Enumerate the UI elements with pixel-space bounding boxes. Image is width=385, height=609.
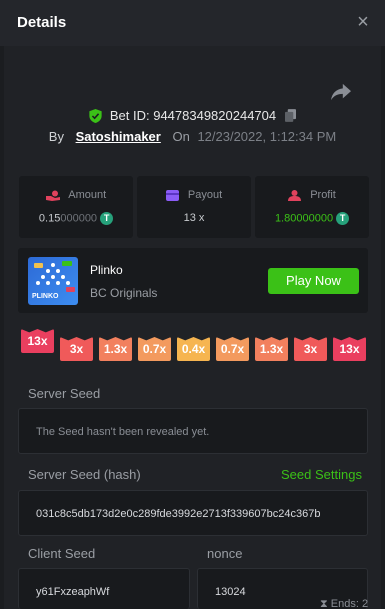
profit-value: 1.80000000 T xyxy=(255,212,369,225)
multiplier-slot: 13x xyxy=(21,329,54,353)
play-now-button[interactable]: Play Now xyxy=(268,268,359,294)
amount-label: Amount xyxy=(68,189,107,201)
server-hash-value: 031c8c5db173d2e0c289fde3992e2713f339607b… xyxy=(36,508,321,520)
multiplier-slot: 0.7x xyxy=(216,337,249,361)
details-header: Details × xyxy=(0,0,385,46)
client-seed-value: y61FxzeaphWf xyxy=(36,586,110,598)
shield-check-icon xyxy=(89,108,102,123)
nonce-label: nonce xyxy=(207,546,243,561)
multiplier-slot: 1.3x xyxy=(255,337,288,361)
client-seed-field[interactable]: y61FxzeaphWf xyxy=(18,568,190,609)
multiplier-slot: 0.7x xyxy=(138,337,171,361)
server-hash-label: Server Seed (hash) xyxy=(28,467,141,482)
hand-coin-icon xyxy=(45,190,60,201)
usdt-coin-icon: T xyxy=(336,212,350,225)
multiplier-slot: 13x xyxy=(333,337,366,361)
copy-icon[interactable] xyxy=(284,109,296,122)
bet-id-row: Bet ID: 94478349820244704 xyxy=(0,107,385,125)
game-name: Plinko xyxy=(90,263,123,277)
ends-timer: ⧗ Ends: 2 xyxy=(320,598,369,609)
multiplier-slot: 1.3x xyxy=(99,337,132,361)
thumbnail-title: PLINKO xyxy=(32,293,59,300)
amount-value: 0.15000000 T xyxy=(19,212,133,225)
author-row: By Satoshimaker On 12/23/2022, 1:12:34 P… xyxy=(0,129,385,147)
game-card: PLINKO Plinko BC Originals Play Now xyxy=(18,248,368,313)
plinko-thumbnail[interactable]: PLINKO xyxy=(28,257,78,305)
profit-label: Profit xyxy=(310,189,336,201)
nonce-value: 13024 xyxy=(215,586,246,598)
game-provider: BC Originals xyxy=(90,286,158,300)
share-icon[interactable] xyxy=(330,82,352,102)
multiplier-slot: 0.4x xyxy=(177,337,210,361)
bet-datetime: 12/23/2022, 1:12:34 PM xyxy=(197,129,337,144)
wallet-icon xyxy=(165,189,179,201)
user-profit-icon xyxy=(288,189,302,201)
usdt-coin-icon: T xyxy=(100,212,114,225)
server-seed-label: Server Seed xyxy=(28,386,101,401)
amount-card: Amount 0.15000000 T xyxy=(19,176,133,238)
dialog-title: Details xyxy=(17,14,67,31)
bet-id-text: Bet ID: 94478349820244704 xyxy=(109,108,277,124)
close-icon[interactable]: × xyxy=(352,11,374,33)
username-link[interactable]: Satoshimaker xyxy=(76,129,161,144)
seed-settings-link[interactable]: Seed Settings xyxy=(281,467,362,482)
profit-card: Profit 1.80000000 T xyxy=(255,176,369,238)
on-label: On xyxy=(172,129,190,144)
hourglass-icon: ⧗ xyxy=(320,598,328,609)
payout-value: 13 x xyxy=(183,212,205,224)
server-seed-field[interactable]: The Seed hasn't been revealed yet. xyxy=(18,408,368,454)
payout-label: Payout xyxy=(187,189,223,201)
server-hash-field[interactable]: 031c8c5db173d2e0c289fde3992e2713f339607b… xyxy=(18,490,368,536)
multiplier-slot: 3x xyxy=(60,337,93,361)
server-seed-value: The Seed hasn't been revealed yet. xyxy=(36,426,210,438)
client-seed-label: Client Seed xyxy=(28,546,96,561)
payout-card: Payout 13 x xyxy=(137,176,251,238)
by-label: By xyxy=(48,129,64,144)
multiplier-slot: 3x xyxy=(294,337,327,361)
